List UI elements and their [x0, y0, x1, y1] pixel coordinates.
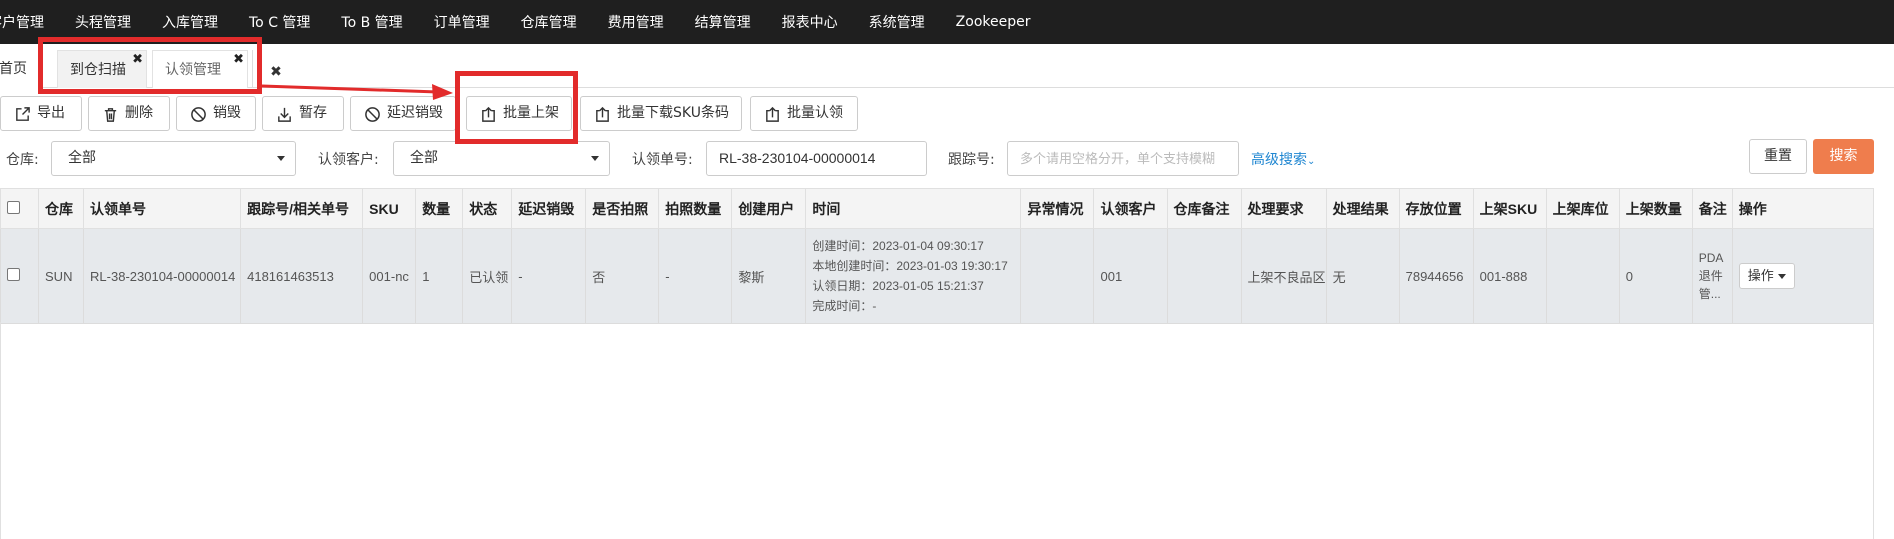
annotation-arrow: [261, 84, 453, 100]
